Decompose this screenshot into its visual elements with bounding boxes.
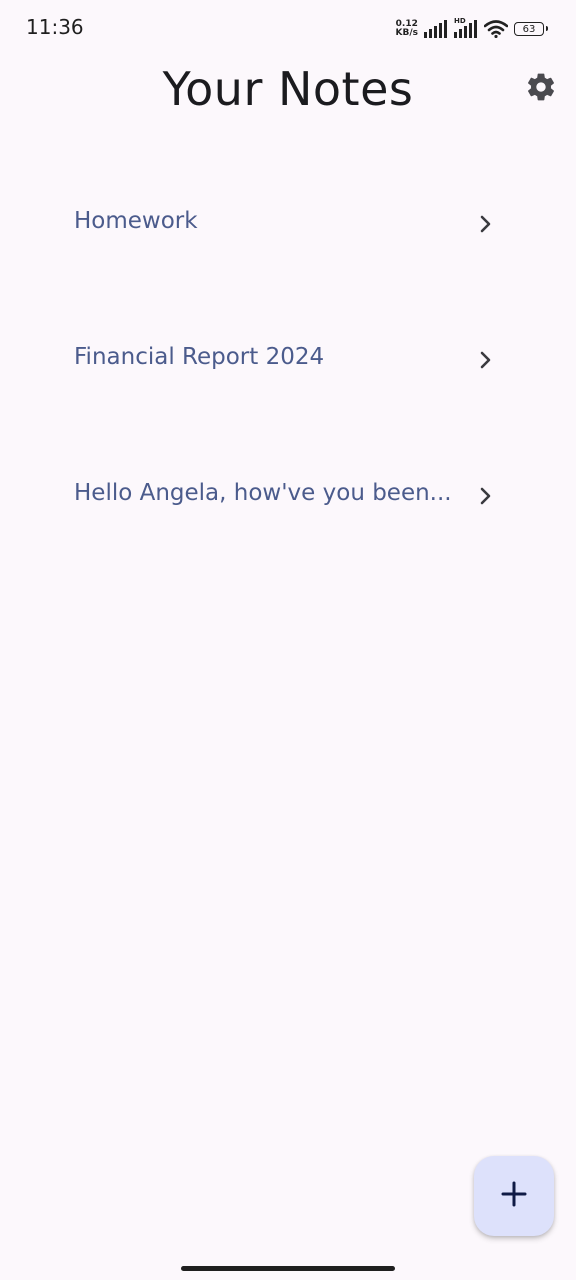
signal-icon	[424, 20, 448, 38]
add-note-button[interactable]	[474, 1156, 554, 1236]
signal-hd-icon: HD	[454, 17, 478, 38]
chevron-right-icon	[476, 212, 496, 236]
gear-icon	[525, 71, 557, 108]
status-icons: 0.12 KB/s HD 63	[396, 17, 548, 40]
home-indicator[interactable]	[181, 1266, 395, 1271]
note-title: Financial Report 2024	[74, 344, 325, 370]
chevron-right-icon	[476, 348, 496, 372]
chevron-right-icon	[476, 484, 496, 508]
note-title: Hello Angela, how've you been...	[74, 480, 452, 506]
plus-icon	[499, 1179, 529, 1214]
status-time: 11:36	[26, 15, 84, 39]
battery-level: 63	[522, 23, 536, 35]
settings-button[interactable]	[522, 70, 560, 108]
hd-label: HD	[454, 17, 466, 25]
network-speed-unit: KB/s	[395, 28, 418, 38]
network-speed: 0.12 KB/s	[396, 20, 418, 38]
status-bar: 11:36 0.12 KB/s HD 63	[0, 0, 576, 56]
wifi-icon	[484, 20, 508, 38]
battery-icon: 63	[514, 22, 548, 36]
note-title: Homework	[74, 208, 198, 234]
page-title: Your Notes	[162, 62, 414, 116]
note-item[interactable]: Financial Report 2024	[0, 292, 576, 428]
note-item[interactable]: Homework	[0, 156, 576, 292]
note-item[interactable]: Hello Angela, how've you been...	[0, 428, 576, 564]
